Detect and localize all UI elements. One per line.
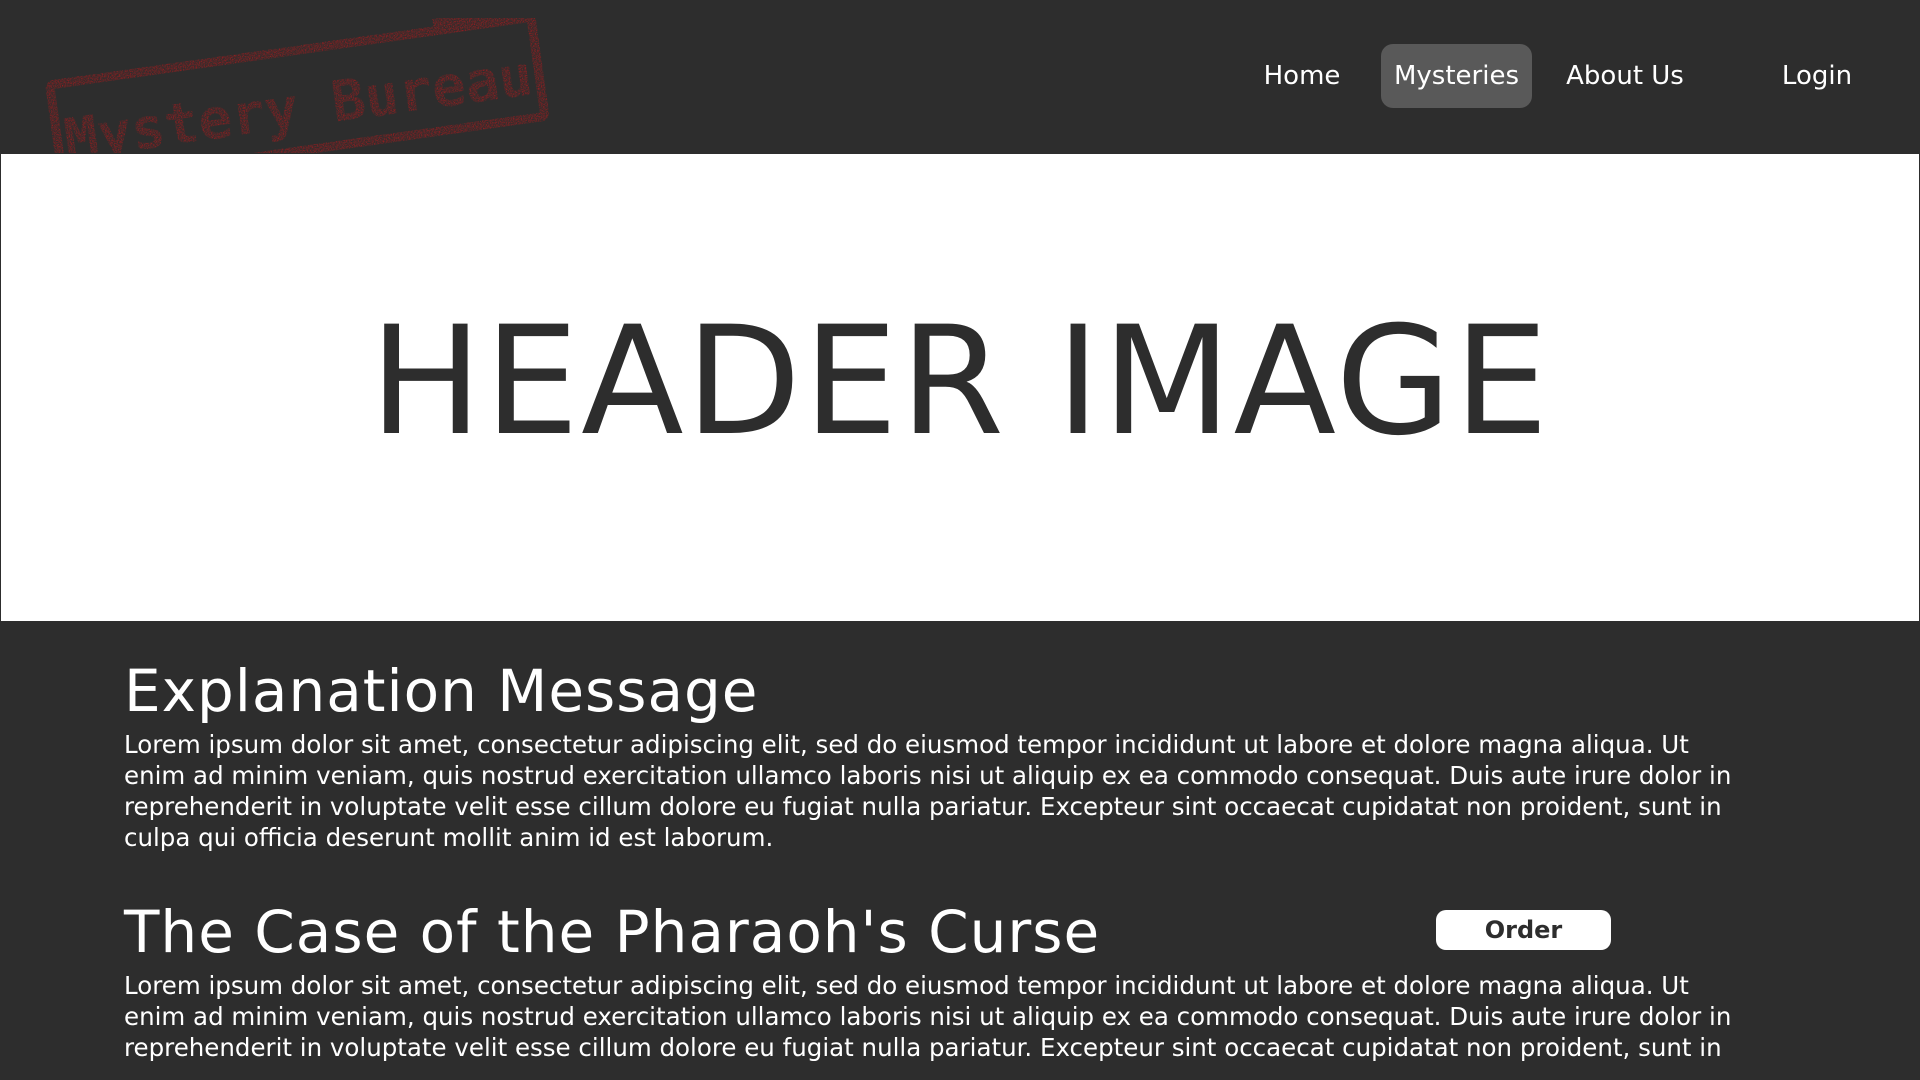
nav-home[interactable]: Home [1250,44,1354,108]
case-section: The Case of the Pharaoh's Curse Order Lo… [124,896,1744,1063]
nav-about-us[interactable]: About Us [1560,44,1690,108]
explanation-body: Lorem ipsum dolor sit amet, consectetur … [124,730,1732,852]
nav-mysteries[interactable]: Mysteries [1381,44,1532,108]
header-image: HEADER IMAGE [0,153,1920,622]
explanation-section: Explanation Message Lorem ipsum dolor si… [124,655,1744,853]
main-content: Explanation Message Lorem ipsum dolor si… [124,655,1744,1063]
explanation-title: Explanation Message [124,657,759,725]
header-image-placeholder-text: HEADER IMAGE [369,295,1551,469]
nav-login[interactable]: Login [1770,44,1864,108]
case-body: Lorem ipsum dolor sit amet, consectetur … [124,971,1732,1062]
top-bar: Mystery Bureau Home Mysteries About Us L… [0,0,1920,192]
main-nav: Home Mysteries About Us Login [0,44,1920,108]
order-button[interactable]: Order [1436,910,1611,950]
